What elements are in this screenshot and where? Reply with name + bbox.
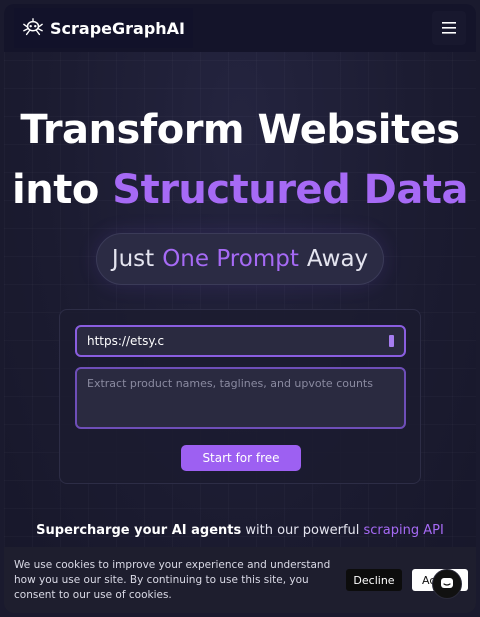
cookie-text: We use cookies to improve your experienc… <box>14 558 331 601</box>
robot-spider-logo-icon <box>23 18 43 36</box>
scraping-api-link[interactable]: scraping API <box>364 523 444 538</box>
chat-bubble-icon <box>441 578 453 588</box>
pill-text-just: Just <box>111 246 155 272</box>
text-cursor-icon <box>389 335 394 347</box>
hero-title-line2-plain: into <box>12 167 113 213</box>
hero-title: Transform Websites into Structured Data <box>4 100 476 220</box>
prompt-placeholder: Extract product names, taglines, and upv… <box>87 377 373 390</box>
prompt-textarea[interactable]: Extract product names, taglines, and upv… <box>75 367 406 429</box>
cookie-banner: We use cookies to improve your experienc… <box>4 547 476 613</box>
navbar: ScrapeGraphAI <box>4 4 476 52</box>
brand-name: ScrapeGraphAI <box>50 18 185 38</box>
pill-text-away: Away <box>306 246 369 272</box>
scrape-form-card: https://etsy.c Extract product names, ta… <box>59 309 421 484</box>
tagline-bold: Supercharge your AI agents <box>36 523 242 538</box>
page-frame: ScrapeGraphAI Transform Websites into St… <box>4 4 476 613</box>
hero-title-line1: Transform Websites <box>20 107 460 153</box>
hamburger-menu-icon <box>442 22 456 34</box>
menu-button[interactable] <box>432 11 466 45</box>
chat-launcher-button[interactable] <box>432 569 462 599</box>
prompt-pill: Just One Prompt Away <box>96 233 384 285</box>
start-for-free-button[interactable]: Start for free <box>181 445 301 471</box>
brand[interactable]: ScrapeGraphAI <box>14 8 193 48</box>
pill-text-accent: One Prompt <box>162 246 299 272</box>
decline-button[interactable]: Decline <box>346 569 402 591</box>
tagline-middle: with our powerful <box>241 523 364 538</box>
hero-title-accent: Structured Data <box>112 167 468 213</box>
tagline: Supercharge your AI agents with our powe… <box>4 523 476 538</box>
url-input-value: https://etsy.c <box>87 334 165 348</box>
url-input[interactable]: https://etsy.c <box>75 325 406 357</box>
